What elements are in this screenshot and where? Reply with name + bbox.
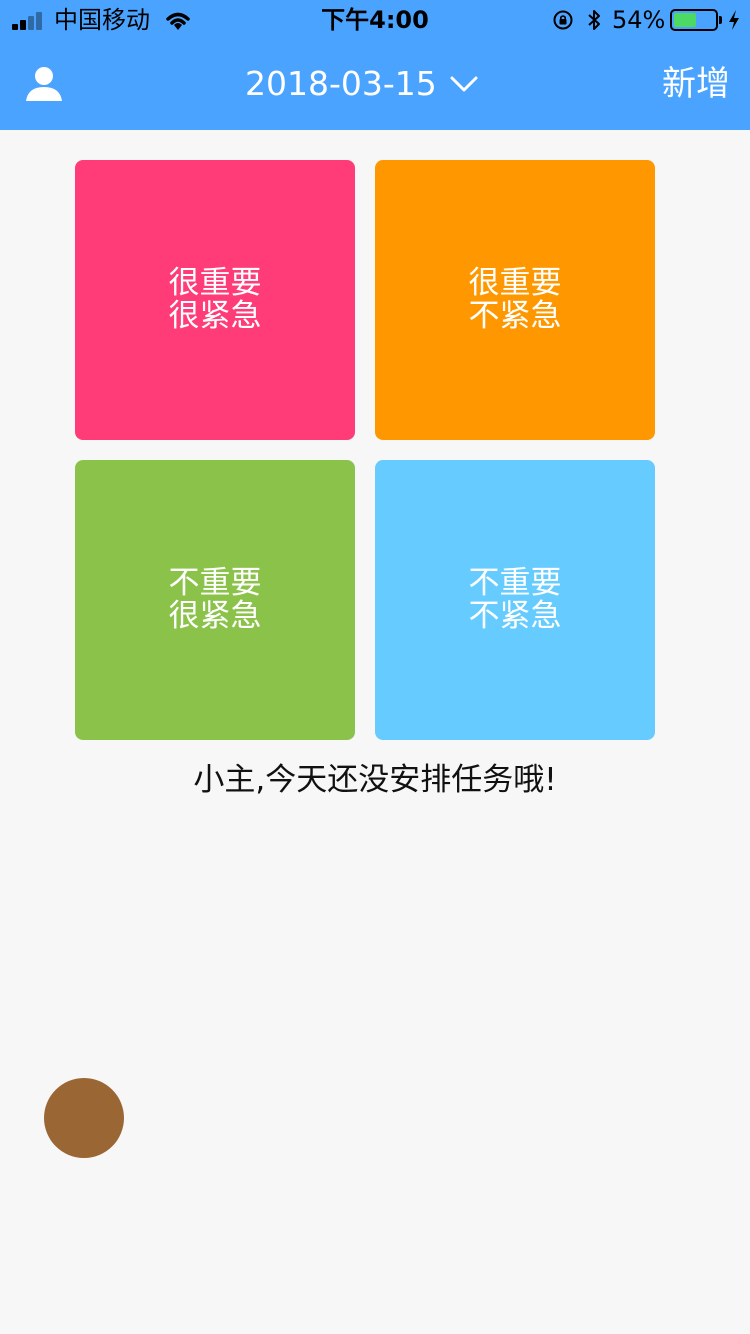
battery-tip xyxy=(719,16,722,24)
battery-icon xyxy=(670,9,718,31)
bluetooth-icon xyxy=(588,10,600,30)
quadrant-important-urgent[interactable]: 很重要 很紧急 xyxy=(75,160,355,440)
charging-icon xyxy=(729,10,739,30)
quadrant-urgency-label: 很紧急 xyxy=(168,598,262,634)
quadrant-not-important-urgent[interactable]: 不重要 很紧急 xyxy=(75,460,355,740)
profile-button[interactable] xyxy=(16,56,72,112)
date-label: 2018-03-15 xyxy=(245,64,437,103)
quadrant-urgency-label: 不紧急 xyxy=(468,298,562,334)
user-icon xyxy=(26,67,62,101)
battery-fill xyxy=(674,13,696,27)
floating-action-button[interactable] xyxy=(44,1078,124,1158)
quadrant-importance-label: 不重要 xyxy=(468,565,562,601)
date-picker[interactable]: 2018-03-15 xyxy=(245,58,479,110)
quadrant-not-important-not-urgent[interactable]: 不重要 不紧急 xyxy=(375,460,655,740)
quadrant-importance-label: 很重要 xyxy=(168,265,262,301)
battery-percentage: 54% xyxy=(612,6,666,34)
empty-task-message: 小主,今天还没安排任务哦! xyxy=(193,762,557,798)
quadrant-importance-label: 很重要 xyxy=(468,265,562,301)
chevron-down-icon xyxy=(450,76,478,92)
rotation-lock-icon xyxy=(553,10,573,30)
quadrant-importance-label: 不重要 xyxy=(168,565,262,601)
top-bar: 中国移动 下午4:00 54% 2018-03-15 新增 xyxy=(0,0,750,130)
priority-quadrants: 很重要 很紧急 很重要 不紧急 不重要 很紧急 不重要 不紧急 xyxy=(75,160,655,740)
status-bar: 中国移动 下午4:00 54% xyxy=(0,0,750,40)
quadrant-important-not-urgent[interactable]: 很重要 不紧急 xyxy=(375,160,655,440)
add-task-button[interactable]: 新增 xyxy=(662,58,730,110)
quadrant-urgency-label: 不紧急 xyxy=(468,598,562,634)
quadrant-urgency-label: 很紧急 xyxy=(168,298,262,334)
nav-bar: 2018-03-15 新增 xyxy=(0,40,750,130)
